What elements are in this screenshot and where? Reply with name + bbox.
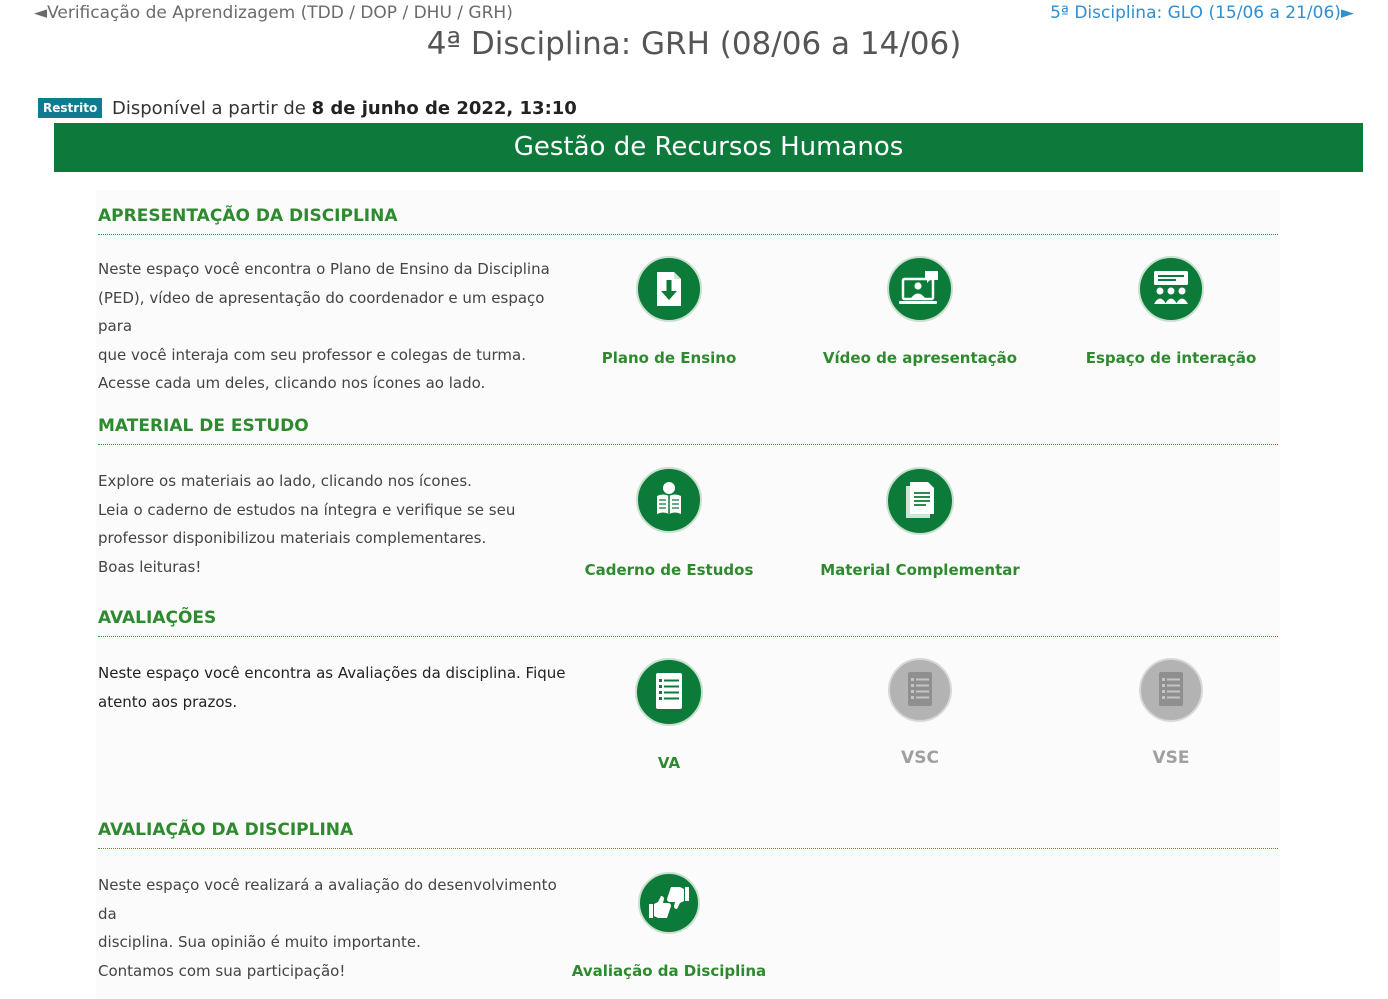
espaco-interacao-link[interactable]: Espaço de interação [1066,256,1276,367]
section-description-material: Explore os materiais ao lado, clicando n… [98,467,568,581]
section-description-apresentacao: Neste espaço você encontra o Plano de En… [98,255,568,398]
course-banner: Gestão de Recursos Humanos [54,123,1363,172]
checklist-icon [1139,658,1203,722]
checklist-icon [888,658,952,722]
download-document-icon [636,256,702,322]
section-title-apresentacao: APRESENTAÇÃO DA DISCIPLINA [98,206,1278,235]
group-interaction-icon [1138,256,1204,322]
next-activity-label: 5ª Disciplina: GLO (15/06 a 21/06) [1050,3,1341,23]
video-presentation-icon [887,256,953,322]
documents-icon [886,467,954,535]
item-label: Caderno de Estudos [584,561,754,579]
item-label: VSC [901,748,939,768]
item-label: Material Complementar [820,561,1020,579]
thumbs-up-down-icon [638,872,700,934]
item-label: VA [657,754,681,772]
description-line: professor disponibilizou materiais compl… [98,529,487,547]
item-label: VSE [1152,748,1190,768]
description-line: Leia o caderno de estudos na íntegra e v… [98,500,516,519]
item-label: Espaço de interação [1085,349,1257,367]
description-line: (PED), vídeo de apresentação do coordena… [98,288,545,336]
page-title: 4ª Disciplina: GRH (08/06 a 14/06) [426,26,962,62]
plano-de-ensino-link[interactable]: Plano de Ensino [564,256,774,367]
course-content: APRESENTAÇÃO DA DISCIPLINA Neste espaço … [96,190,1280,999]
description-line: Contamos com sua participação! [98,961,346,980]
section-description-avaliacao-disciplina: Neste espaço você realizará a avaliação … [98,871,568,985]
vsc-assessment-link[interactable]: VSC [815,658,1025,768]
checklist-icon [635,658,703,726]
item-label: Plano de Ensino [601,349,737,367]
description-line: Explore os materiais ao lado, clicando n… [98,472,472,490]
caderno-estudos-link[interactable]: Caderno de Estudos [564,467,774,579]
restricted-badge: Restrito [38,98,103,118]
description-line: Neste espaço você encontra o Plano de En… [98,260,550,278]
va-assessment-link[interactable]: VA [564,658,774,772]
description-line: atento aos prazos. [98,692,238,711]
vse-assessment-link[interactable]: VSE [1066,658,1276,768]
material-complementar-link[interactable]: Material Complementar [815,467,1025,579]
section-title-avaliacao-disciplina: AVALIAÇÃO DA DISCIPLINA [98,820,1278,849]
availability-restriction: Restrito Disponível a partir de 8 de jun… [38,98,577,119]
previous-activity-link[interactable]: ◄Verificação de Aprendizagem (TDD / DOP … [34,3,513,23]
item-label: Avaliação da Disciplina [571,962,767,980]
section-title-avaliacoes: AVALIAÇÕES [98,608,1278,637]
video-apresentacao-link[interactable]: Vídeo de apresentação [815,256,1025,367]
next-activity-link[interactable]: 5ª Disciplina: GLO (15/06 a 21/06)► [1050,3,1354,23]
description-line: Neste espaço você realizará a avaliação … [98,876,557,923]
description-line: Boas leituras! [98,557,202,576]
avaliacao-disciplina-link[interactable]: Avaliação da Disciplina [564,872,774,980]
item-label: Vídeo de apresentação [822,349,1018,367]
right-arrow-icon: ► [1340,3,1354,23]
description-line: que você interaja com seu professor e co… [98,345,526,364]
availability-date: 8 de junho de 2022, 13:10 [311,98,577,119]
previous-activity-label: Verificação de Aprendizagem (TDD / DOP /… [47,3,513,23]
left-arrow-icon: ◄ [34,3,48,23]
section-description-avaliacoes: Neste espaço você encontra as Avaliações… [98,659,568,716]
description-line: disciplina. Sua opinião é muito importan… [98,933,421,951]
description-line: Neste espaço você encontra as Avaliações… [98,664,566,682]
availability-prefix: Disponível a partir de [112,98,306,119]
section-title-material: MATERIAL DE ESTUDO [98,416,1278,445]
description-line: Acesse cada um deles, clicando nos ícone… [98,374,486,392]
reader-book-icon [636,467,702,533]
